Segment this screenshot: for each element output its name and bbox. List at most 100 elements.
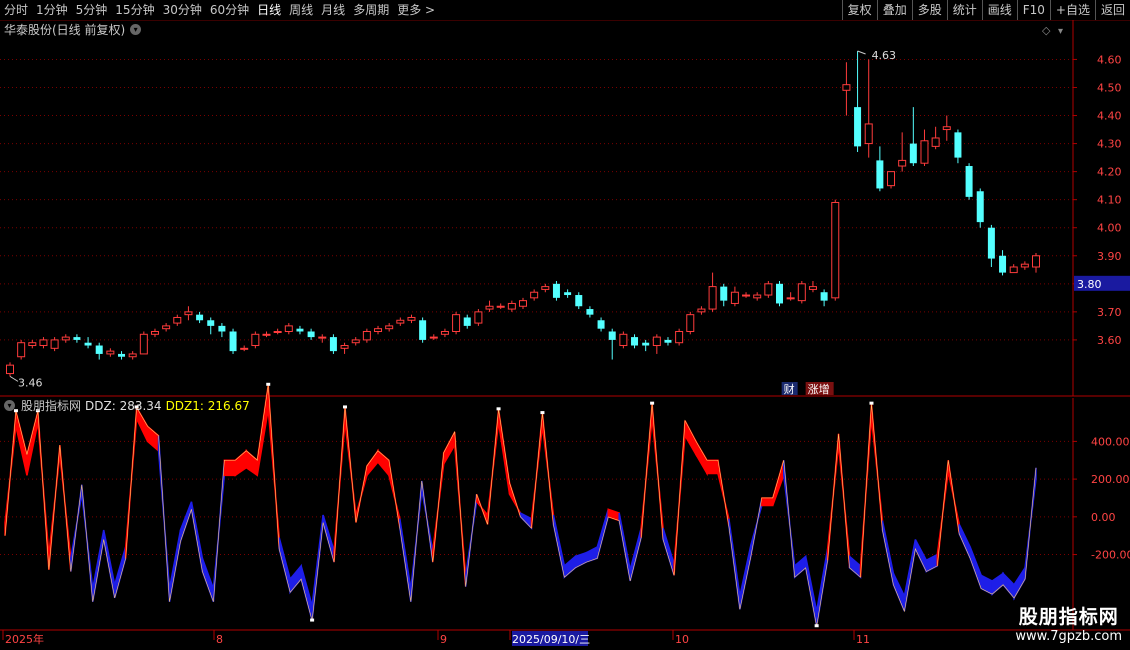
candle-body: [496, 305, 505, 308]
ddz-band-segment: [278, 537, 291, 593]
candle-body: [419, 320, 427, 340]
y-tick-label: 400.00: [1091, 435, 1130, 448]
ddz-band-segment: [662, 527, 675, 576]
candle-body: [6, 364, 14, 375]
y-tick-label: 4.30: [1097, 138, 1122, 151]
candle-body: [586, 309, 594, 315]
stock-chart[interactable]: 4.60 4.50 4.40 4.30 4.20 4.10 4.00 3.90 3.80 3.70…: [0, 0, 1130, 650]
candle-body: [909, 143, 917, 164]
ddz-band-segment: [761, 497, 774, 507]
ddz-band-segment: [442, 431, 456, 467]
candle-body: [642, 342, 650, 346]
ddz-band-segment: [892, 573, 906, 612]
candle-body: [452, 314, 461, 332]
ddz-marker: [869, 401, 874, 405]
ddz-band-segment: [914, 539, 928, 572]
candle-body: [753, 294, 762, 299]
ddz-band-segment: [585, 545, 599, 564]
y-tick-label: 0.00: [1091, 511, 1116, 524]
candle-body: [218, 325, 226, 332]
candle-body: [931, 137, 940, 147]
candle-body: [697, 308, 706, 313]
ddz-marker: [650, 401, 655, 405]
y-tick-label: 4.20: [1097, 166, 1122, 179]
candle-body: [118, 353, 126, 357]
ddz-marker: [343, 405, 348, 409]
cai-badge: 财: [784, 382, 795, 396]
ddz-marker: [540, 411, 545, 415]
ddz-band-segment: [684, 420, 697, 458]
candle-body: [965, 166, 973, 197]
candle-body: [808, 286, 817, 290]
ddz-band-segment: [1002, 571, 1015, 601]
candle-body: [50, 339, 59, 349]
candle-body: [552, 283, 560, 298]
candle-body: [284, 325, 293, 332]
candle-body: [764, 283, 773, 296]
min-price-label: 3.46: [18, 376, 43, 389]
ddz-band-segment: [234, 449, 248, 477]
candle-body: [318, 336, 327, 339]
y-tick-label: 3.90: [1097, 250, 1122, 263]
zhangzeng-badge: 涨增: [808, 382, 830, 396]
candle-body: [720, 286, 728, 301]
y-tick-label: 4.40: [1097, 110, 1122, 123]
candle-body: [898, 159, 907, 167]
candle-body: [429, 336, 438, 339]
current-price-label: 3.80: [1077, 278, 1102, 291]
ddz-band-segment: [223, 459, 237, 477]
candle-body: [351, 339, 360, 344]
candle-body: [987, 227, 995, 259]
candle-body: [128, 353, 137, 358]
ddz-band-segment: [629, 527, 642, 582]
candle-body: [686, 314, 695, 332]
candle-body: [519, 300, 527, 307]
candle-body: [196, 314, 204, 321]
ddz-band-segment: [1013, 565, 1026, 601]
max-pointer: [857, 50, 866, 55]
candle-body: [17, 342, 26, 358]
candle-body: [652, 336, 661, 347]
ddz-band-segment: [168, 529, 182, 602]
candle-body: [106, 350, 115, 355]
ddz-band-segment: [793, 554, 807, 579]
candle-body: [675, 330, 684, 344]
candle-body: [150, 330, 159, 335]
candle-body: [95, 345, 103, 354]
candle-body: [463, 317, 471, 326]
ddz-band-segment: [706, 459, 719, 475]
ddz-band-segment: [289, 563, 302, 595]
candle-body: [251, 333, 260, 347]
y-tick-label: 4.60: [1097, 53, 1122, 66]
candle-body: [631, 337, 639, 346]
chevron-down-icon[interactable]: ▾: [4, 400, 15, 411]
candle-body: [1032, 255, 1040, 268]
candle-body: [664, 339, 672, 343]
ddz-band-segment: [739, 544, 752, 610]
ddz-band-segment: [377, 449, 390, 478]
ddz-marker: [496, 407, 501, 411]
diamond-icon: ◇: [1042, 24, 1051, 37]
ddz1-value: DDZ1: 216.67: [165, 398, 250, 413]
candle-body: [407, 316, 416, 321]
ddz-band-segment: [201, 558, 215, 602]
candle-body: [954, 132, 962, 158]
ddz-band-segment: [245, 449, 259, 477]
candle-body: [240, 347, 249, 350]
candle-body: [854, 107, 862, 147]
ddz-marker: [814, 624, 819, 628]
x-axis-label: 8: [216, 633, 223, 646]
ddz-band-segment: [26, 411, 39, 476]
dropdown-icon: ▾: [1058, 26, 1063, 37]
ddz-band-segment: [848, 554, 862, 579]
candle-body: [608, 331, 616, 340]
candle-body: [28, 342, 37, 347]
candle-body: [184, 311, 193, 316]
y-tick-label: 4.10: [1097, 194, 1122, 207]
candle-body: [887, 171, 896, 187]
candle-body: [296, 328, 304, 332]
candle-body: [1020, 263, 1029, 268]
candle-body: [776, 283, 783, 304]
watermark: 股朋指标网 www.7gpzb.com: [1015, 602, 1122, 644]
min-pointer: [9, 375, 19, 382]
